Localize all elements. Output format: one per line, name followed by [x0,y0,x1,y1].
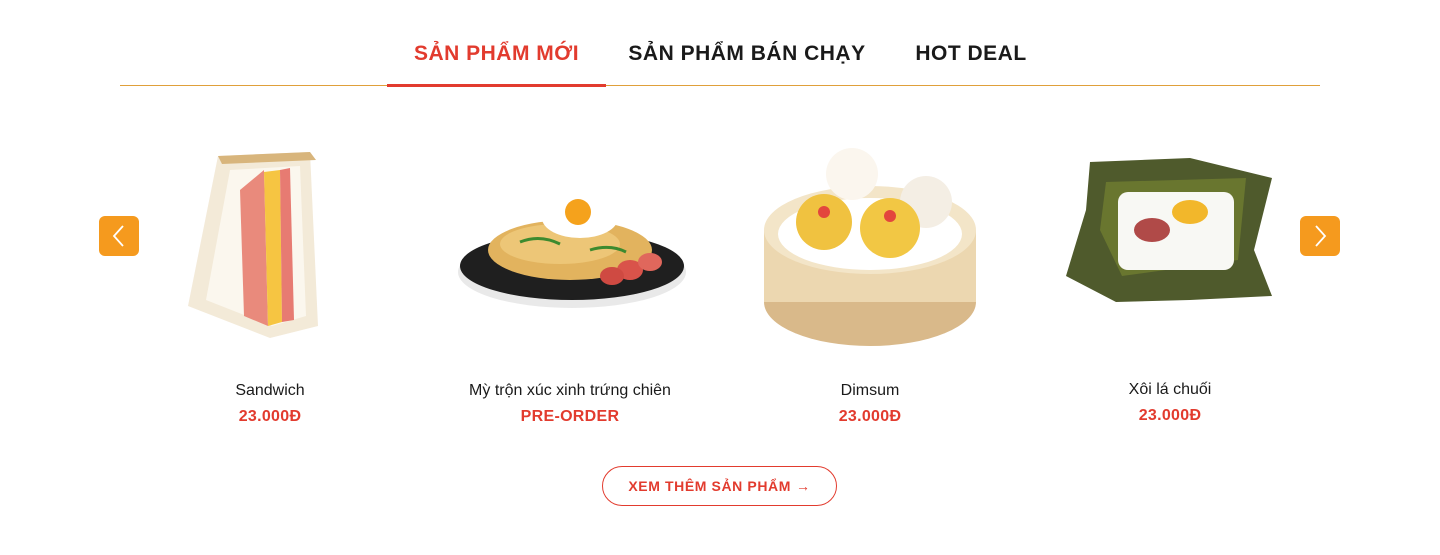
product-name: Mỳ trộn xúc xinh trứng chiên [469,382,671,399]
product-name: Dimsum [840,382,900,399]
product-price: 23.000Đ [838,408,902,425]
product-tabs: SẢN PHẨM MỚI SẢN PHẨM BÁN CHẠY HOT DEAL [120,28,1320,87]
product-carousel: Sandwich 23.000Đ Mỳ trộn xúc xinh trứng … [120,120,1320,440]
sandwich-image [140,130,400,360]
tab-hot-deal[interactable]: HOT DEAL [900,42,1042,86]
product-card[interactable]: Xôi lá chuối 23.000Đ [1020,120,1320,440]
product-card[interactable]: Sandwich 23.000Đ [120,120,420,440]
product-name: Sandwich [235,382,305,399]
view-more-label: XEM THÊM SẢN PHẨM [628,478,792,494]
product-price: PRE-ORDER [520,408,620,425]
product-card[interactable]: Dimsum 23.000Đ [720,120,1020,440]
product-name: Xôi lá chuối [1128,381,1212,398]
product-price: 23.000Đ [238,408,302,425]
arrow-right-icon: → [796,478,811,494]
fried-noodles-image [440,130,700,360]
tab-new-products[interactable]: SẢN PHẨM MỚI [387,42,606,87]
product-card[interactable]: Mỳ trộn xúc xinh trứng chiên PRE-ORDER [420,120,720,440]
view-more-button[interactable]: XEM THÊM SẢN PHẨM → [602,466,837,506]
tab-best-sellers[interactable]: SẢN PHẨM BÁN CHẠY [627,42,867,86]
dimsum-image [740,130,1000,360]
product-price: 23.000Đ [1138,407,1202,424]
sticky-rice-image [1040,130,1300,360]
